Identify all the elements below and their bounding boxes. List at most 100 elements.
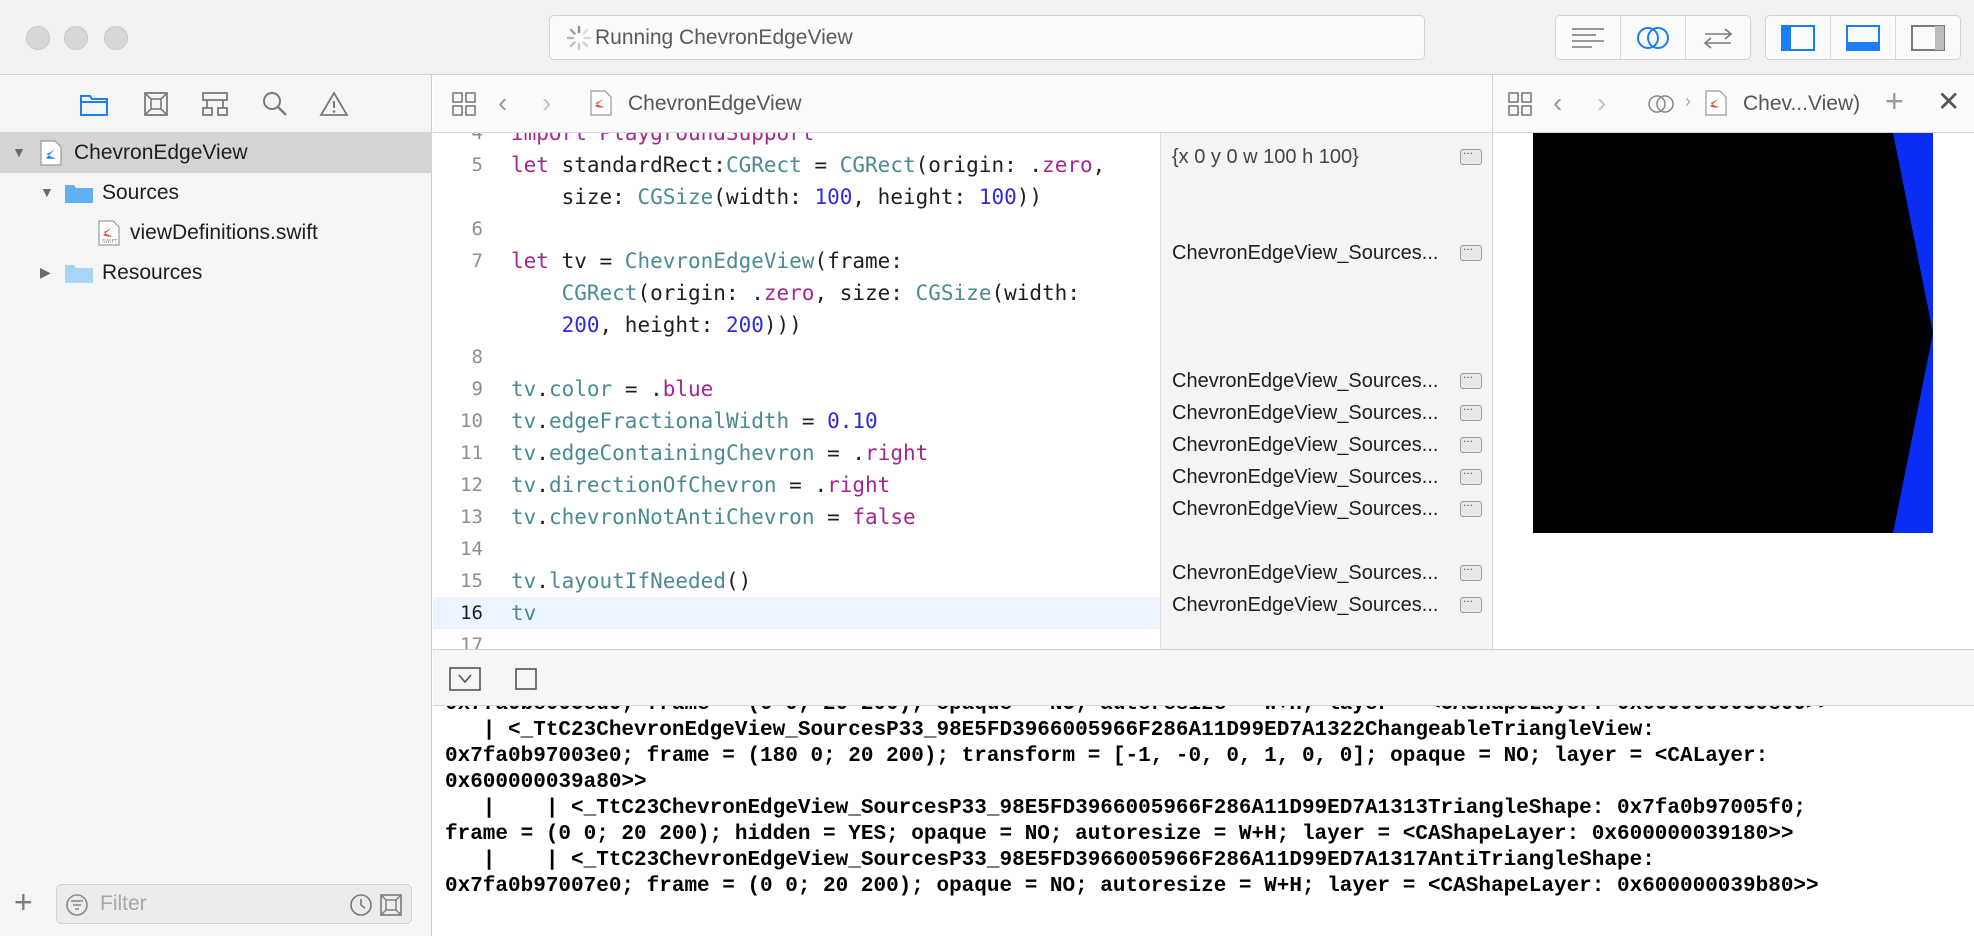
result-text: ChevronEdgeView_Sources... [1172,466,1439,488]
result-text: ChevronEdgeView_Sources... [1172,434,1439,456]
quick-look-button[interactable] [1460,399,1482,421]
venn-icon[interactable] [1647,91,1675,117]
quick-look-button[interactable] [1460,143,1482,165]
code-line[interactable]: 14 [433,533,1160,565]
assistant-editor-button[interactable] [1621,16,1686,59]
breadcrumb[interactable]: ChevronEdgeView [628,92,802,116]
code-line[interactable]: 4 import PlaygroundSupport [433,133,1160,149]
hide-debug-area-icon[interactable] [449,667,481,691]
search-icon [263,92,287,116]
console-line: 0x7fa0b97007e0; frame = (0 0; 20 200); o… [445,875,1819,898]
right-panel-icon [1911,24,1945,51]
toggle-utilities-button[interactable] [1896,16,1960,59]
code-text: size: CGSize(width: 100, height: 100)) [511,185,1043,209]
result-row: ChevronEdgeView_Sources... [1161,429,1491,461]
code-line[interactable]: 10 tv.edgeFractionalWidth = 0.10 [433,405,1160,437]
minimize-window-button[interactable] [64,26,88,50]
hierarchy-icon [202,92,228,116]
code-text: tv.edgeContainingChevron = .right [511,441,929,465]
close-icon[interactable]: ✕ [1937,85,1960,118]
window-titlebar: Running ChevronEdgeView [0,0,1974,75]
code-line[interactable]: 8 [433,341,1160,373]
toggle-navigator-button[interactable] [1766,16,1831,59]
back-icon[interactable]: ‹ [1553,87,1562,119]
results-sidebar: {x 0 y 0 w 100 h 100} ChevronEdgeView_So… [1160,133,1491,649]
console-line: | <_TtC23ChevronEdgeView_SourcesP33_98E5… [445,719,1655,742]
toggle-debug-area-button[interactable] [1831,16,1896,59]
tab-hierarchy-navigator[interactable] [199,89,231,119]
tree-item-playground[interactable]: ▼ ChevronEdgeView [0,133,432,173]
tree-item-resources[interactable]: ▶ Resources [0,253,432,293]
disclosure-expanded-icon[interactable]: ▼ [12,144,26,160]
related-items-icon[interactable] [451,91,477,117]
spinner-icon [566,25,592,51]
result-text: ChevronEdgeView_Sources... [1172,594,1439,616]
folder-icon [65,185,93,203]
code-line[interactable]: 200, height: 200))) [433,309,1160,341]
code-line[interactable]: CGRect(origin: .zero, size: CGSize(width… [433,277,1160,309]
result-row: ChevronEdgeView_Sources... [1161,589,1491,621]
venn-icon [1637,26,1669,49]
debug-bar [433,649,1974,706]
zoom-window-button[interactable] [104,26,128,50]
tree-item-sources[interactable]: ▼ Sources [0,173,432,213]
navigator-tab-bar [0,75,432,133]
console-line: 0x7fa0b97003e0; frame = (180 0; 20 200);… [445,745,1769,768]
forward-icon[interactable]: › [1597,87,1606,119]
code-line[interactable]: 6 [433,213,1160,245]
tab-symbol-navigator[interactable] [140,89,172,119]
quick-look-button[interactable] [1460,591,1482,613]
tab-project-navigator[interactable] [78,89,110,119]
code-line[interactable]: 17 [433,629,1160,649]
code-text: let standardRect:CGRect = CGRect(origin:… [511,153,1106,177]
tab-find-navigator[interactable] [259,89,291,119]
console-output[interactable]: 0x7fa0be005ed0; frame = (0 0; 20 200); o… [433,706,1974,936]
assistant-breadcrumb[interactable]: Chev...View) [1743,92,1860,116]
bottom-panel-icon [1846,24,1880,51]
disclosure-expanded-icon[interactable]: ▼ [40,184,54,200]
chevron-view-preview [1533,133,1933,533]
view-toggle-control [1765,15,1961,60]
version-editor-button[interactable] [1686,16,1750,59]
source-editor[interactable]: 4 import PlaygroundSupport 5 let standar… [433,133,1491,649]
quick-look-button[interactable] [1460,367,1482,389]
code-line[interactable]: 12 tv.directionOfChevron = .right [433,469,1160,501]
add-icon[interactable]: + [14,886,33,918]
quick-look-button[interactable] [1460,495,1482,517]
filter-input[interactable]: Filter [56,884,412,924]
back-icon[interactable]: ‹ [498,87,507,119]
standard-editor-button[interactable] [1556,16,1621,59]
activity-status-bar: Running ChevronEdgeView [549,15,1425,60]
quick-look-button[interactable] [1460,239,1482,261]
quick-look-button[interactable] [1460,559,1482,581]
tree-item-label: Resources [102,261,203,284]
disclosure-collapsed-icon[interactable]: ▶ [40,264,51,281]
result-row: ChevronEdgeView_Sources... [1161,557,1491,589]
code-line[interactable]: 7 let tv = ChevronEdgeView(frame: [433,245,1160,277]
result-row: ChevronEdgeView_Sources... [1161,237,1491,269]
related-items-icon[interactable] [1507,91,1533,117]
source-control-filter-icon[interactable] [379,893,403,917]
code-line[interactable]: 9 tv.color = .blue [433,373,1160,405]
result-text: ChevronEdgeView_Sources... [1172,242,1439,264]
live-view-panel [1492,133,1974,649]
code-line-current[interactable]: 16 tv [433,597,1160,629]
close-window-button[interactable] [26,26,50,50]
tab-issue-navigator[interactable] [318,89,350,119]
code-line[interactable]: 5 let standardRect:CGRect = CGRect(origi… [433,149,1160,181]
code-line[interactable]: 11 tv.edgeContainingChevron = .right [433,437,1160,469]
quick-look-button[interactable] [1460,431,1482,453]
quick-look-button[interactable] [1460,463,1482,485]
code-area[interactable]: 4 import PlaygroundSupport 5 let standar… [433,133,1160,649]
tree-item-viewdefinitions[interactable]: SWIFT viewDefinitions.swift [0,213,432,253]
code-line[interactable]: 13 tv.chevronNotAntiChevron = false [433,501,1160,533]
forward-icon[interactable]: › [542,87,551,119]
code-line[interactable]: 15 tv.layoutIfNeeded() [433,565,1160,597]
code-line[interactable]: size: CGSize(width: 100, height: 100)) [433,181,1160,213]
stop-icon[interactable] [515,668,537,690]
recent-files-icon[interactable] [349,893,373,917]
code-text: tv.layoutIfNeeded() [511,569,752,593]
add-assistant-icon[interactable]: + [1885,83,1904,120]
code-text: let tv = ChevronEdgeView(frame: [511,249,903,273]
result-text: ChevronEdgeView_Sources... [1172,562,1439,584]
